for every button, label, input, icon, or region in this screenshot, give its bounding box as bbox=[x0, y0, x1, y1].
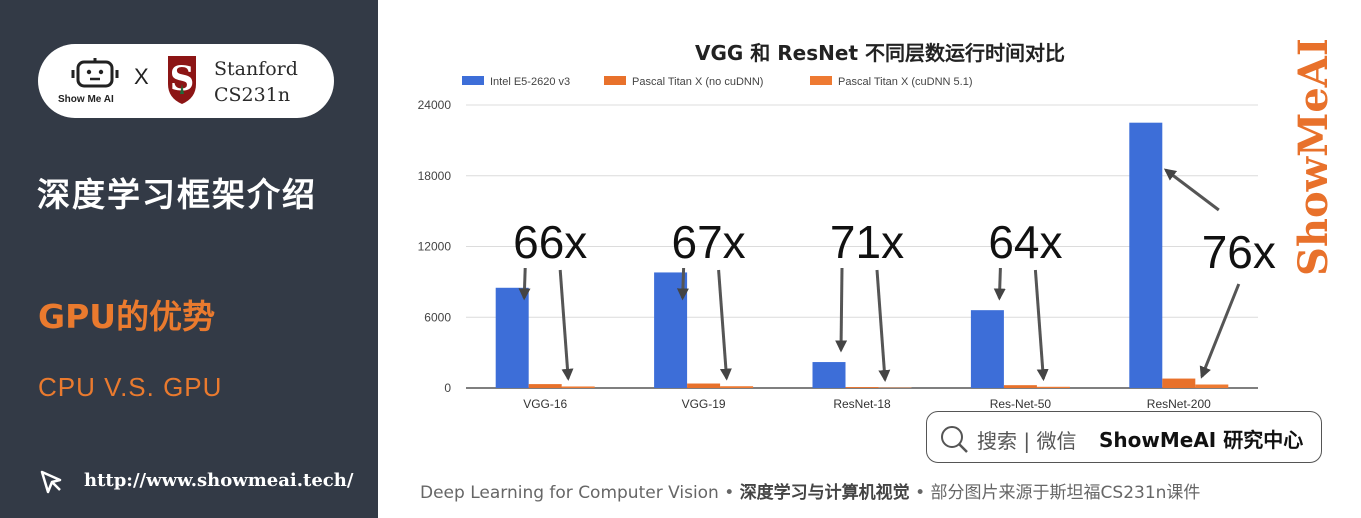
bar bbox=[495, 287, 529, 388]
stanford-logo-icon: S bbox=[168, 56, 196, 104]
footer-credit: Deep Learning for Computer Vision • 深度学习… bbox=[420, 478, 1200, 503]
footer-course-en: Deep Learning for Computer Vision bbox=[420, 483, 719, 503]
legend-label: Pascal Titan X (no cuDNN) bbox=[632, 76, 763, 88]
bar bbox=[561, 386, 595, 388]
x-tick-label: VGG-16 bbox=[523, 397, 567, 411]
bar bbox=[1129, 122, 1163, 388]
logo-cross: X bbox=[134, 64, 149, 89]
speedup-label: 64x bbox=[988, 216, 1062, 268]
sidebar: Show Me AI X S Stanford CS231n 深度学习框架介绍 … bbox=[0, 0, 378, 518]
stanford-name: Stanford bbox=[214, 58, 298, 80]
logo-caption: Show Me AI bbox=[58, 94, 114, 105]
arrow-to-cpu-bar bbox=[835, 267, 848, 353]
x-tick-label: Res-Net-50 bbox=[990, 397, 1052, 411]
search-brand: ShowMeAI 研究中心 bbox=[1099, 428, 1304, 452]
arrow-to-gpu-bar bbox=[558, 269, 574, 381]
legend-label: Pascal Titan X (cuDNN 5.1) bbox=[838, 76, 973, 88]
arrow-to-gpu-bar bbox=[1199, 283, 1241, 379]
x-tick-label: ResNet-18 bbox=[833, 397, 891, 411]
cursor-click-icon bbox=[40, 470, 62, 494]
y-tick-label: 24000 bbox=[418, 98, 452, 112]
bar bbox=[528, 384, 562, 388]
y-tick-label: 6000 bbox=[424, 310, 451, 324]
speedup-label: 76x bbox=[1202, 226, 1276, 278]
bar bbox=[1162, 378, 1196, 388]
arrow-to-gpu-bar bbox=[1033, 269, 1049, 382]
course-code: CS231n bbox=[214, 84, 291, 106]
legend-swatch bbox=[810, 76, 832, 85]
legend-swatch bbox=[462, 76, 484, 85]
wechat-search-badge: 搜索 | 微信 ShowMeAI 研究中心 bbox=[926, 411, 1322, 463]
site-url[interactable]: http://www.showmeai.tech/ bbox=[84, 470, 353, 491]
search-icon bbox=[941, 426, 968, 453]
footer-source: 部分图片来源于斯坦福CS231n课件 bbox=[930, 483, 1201, 503]
subsection-heading: CPU V.S. GPU bbox=[38, 372, 223, 402]
footer-course-cn: 深度学习与计算机视觉 bbox=[739, 483, 910, 503]
bar bbox=[1003, 385, 1037, 388]
footer-separator: • bbox=[915, 483, 926, 503]
y-tick-label: 18000 bbox=[418, 169, 452, 183]
bar bbox=[1195, 384, 1229, 388]
speedup-label: 71x bbox=[830, 216, 904, 268]
bar bbox=[687, 383, 721, 388]
x-tick-label: ResNet-200 bbox=[1147, 397, 1211, 411]
bar bbox=[1036, 386, 1070, 388]
y-axis: 0 6000 12000 18000 24000 bbox=[418, 98, 452, 395]
page-title: 深度学习框架介绍 bbox=[37, 175, 317, 214]
x-tick-label: VGG-19 bbox=[682, 397, 726, 411]
chart-title: VGG 和 ResNet 不同层数运行时间对比 bbox=[695, 41, 1065, 65]
y-tick-label: 12000 bbox=[418, 240, 452, 254]
chart-legend: Intel E5-2620 v3 Pascal Titan X (no cuDNN… bbox=[462, 76, 973, 88]
legend-swatch bbox=[604, 76, 626, 85]
robot-icon bbox=[71, 58, 119, 88]
bar bbox=[720, 386, 754, 388]
bar bbox=[970, 310, 1004, 388]
footer-separator: • bbox=[724, 483, 735, 503]
search-label: 搜索 | 微信 bbox=[977, 429, 1077, 453]
arrow-to-cpu-bar bbox=[993, 267, 1006, 301]
x-axis: VGG-16 VGG-19 ResNet-18 Res-Net-50 ResNet-20… bbox=[523, 397, 1211, 411]
arrow-to-cpu-bar bbox=[518, 267, 531, 301]
speedup-label: 66x bbox=[513, 216, 587, 268]
stanford-course-label: Stanford CS231n bbox=[214, 56, 298, 108]
legend-label: Intel E5-2620 v3 bbox=[490, 76, 570, 88]
section-heading: GPU的优势 bbox=[38, 297, 216, 336]
bar bbox=[845, 387, 879, 388]
speedup-label: 67x bbox=[672, 216, 746, 268]
logo-badge: Show Me AI X S Stanford CS231n bbox=[38, 44, 334, 118]
watermark-text: ShowMeAI bbox=[1290, 40, 1337, 276]
showmeai-watermark: ShowMeAI bbox=[1290, 40, 1337, 276]
arrow-to-gpu-bar bbox=[875, 269, 891, 383]
bar bbox=[812, 362, 846, 388]
arrow-to-cpu-bar bbox=[676, 267, 689, 301]
y-tick-label: 0 bbox=[444, 381, 451, 395]
arrow-to-gpu-bar bbox=[717, 269, 732, 381]
